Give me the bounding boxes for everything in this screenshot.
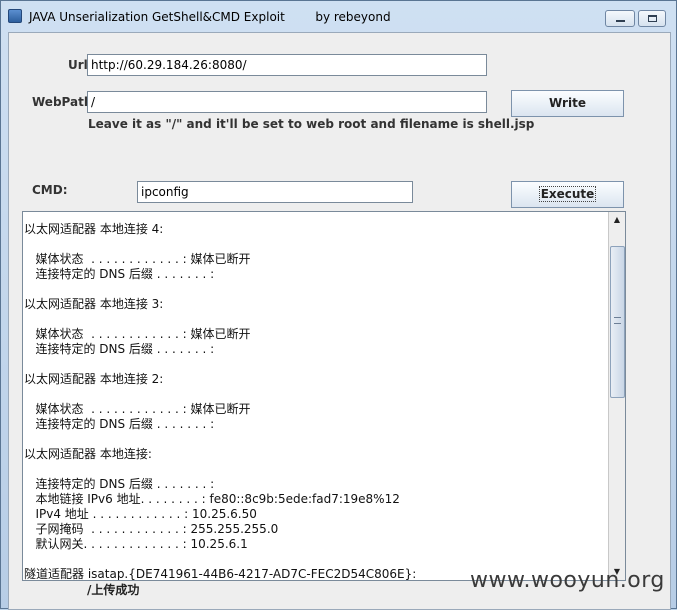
scrollbar-thumb[interactable] (610, 246, 625, 398)
webpath-hint: Leave it as "/" and it'll be set to web … (88, 117, 535, 131)
write-button-label: Write (549, 96, 586, 110)
cmd-input[interactable]: ipconfig (137, 181, 413, 203)
grip-icon (614, 317, 621, 324)
title-bar[interactable]: JAVA Unserialization GetShell&CMD Exploi… (1, 1, 676, 31)
webpath-input[interactable]: / (87, 91, 487, 113)
cmd-label: CMD: (32, 183, 68, 197)
execute-button[interactable]: Execute (511, 181, 624, 208)
output-scrollbar[interactable]: ▲ ▼ (608, 212, 625, 580)
scroll-up-arrow-icon[interactable]: ▲ (609, 212, 625, 228)
window-title: JAVA Unserialization GetShell&CMD Exploi… (29, 10, 391, 24)
url-input[interactable]: http://60.29.184.26:8080/ (87, 54, 487, 76)
main-panel: Url: http://60.29.184.26:8080/ WebPath: … (8, 32, 671, 610)
maximize-button[interactable] (638, 10, 666, 27)
maximize-icon (648, 15, 657, 22)
java-app-icon (8, 9, 22, 23)
output-textarea[interactable]: 以太网适配器 本地连接 4: 媒体状态 . . . . . . . . . . … (22, 211, 626, 581)
write-button[interactable]: Write (511, 90, 624, 117)
watermark: www.wooyun.org (470, 568, 665, 593)
execute-button-label: Execute (538, 186, 597, 202)
minimize-button[interactable] (605, 10, 635, 27)
app-window: JAVA Unserialization GetShell&CMD Exploi… (0, 0, 677, 610)
minimize-icon (616, 20, 625, 22)
command-output: 以太网适配器 本地连接 4: 媒体状态 . . . . . . . . . . … (24, 222, 417, 581)
status-message: /上传成功 (87, 583, 140, 597)
